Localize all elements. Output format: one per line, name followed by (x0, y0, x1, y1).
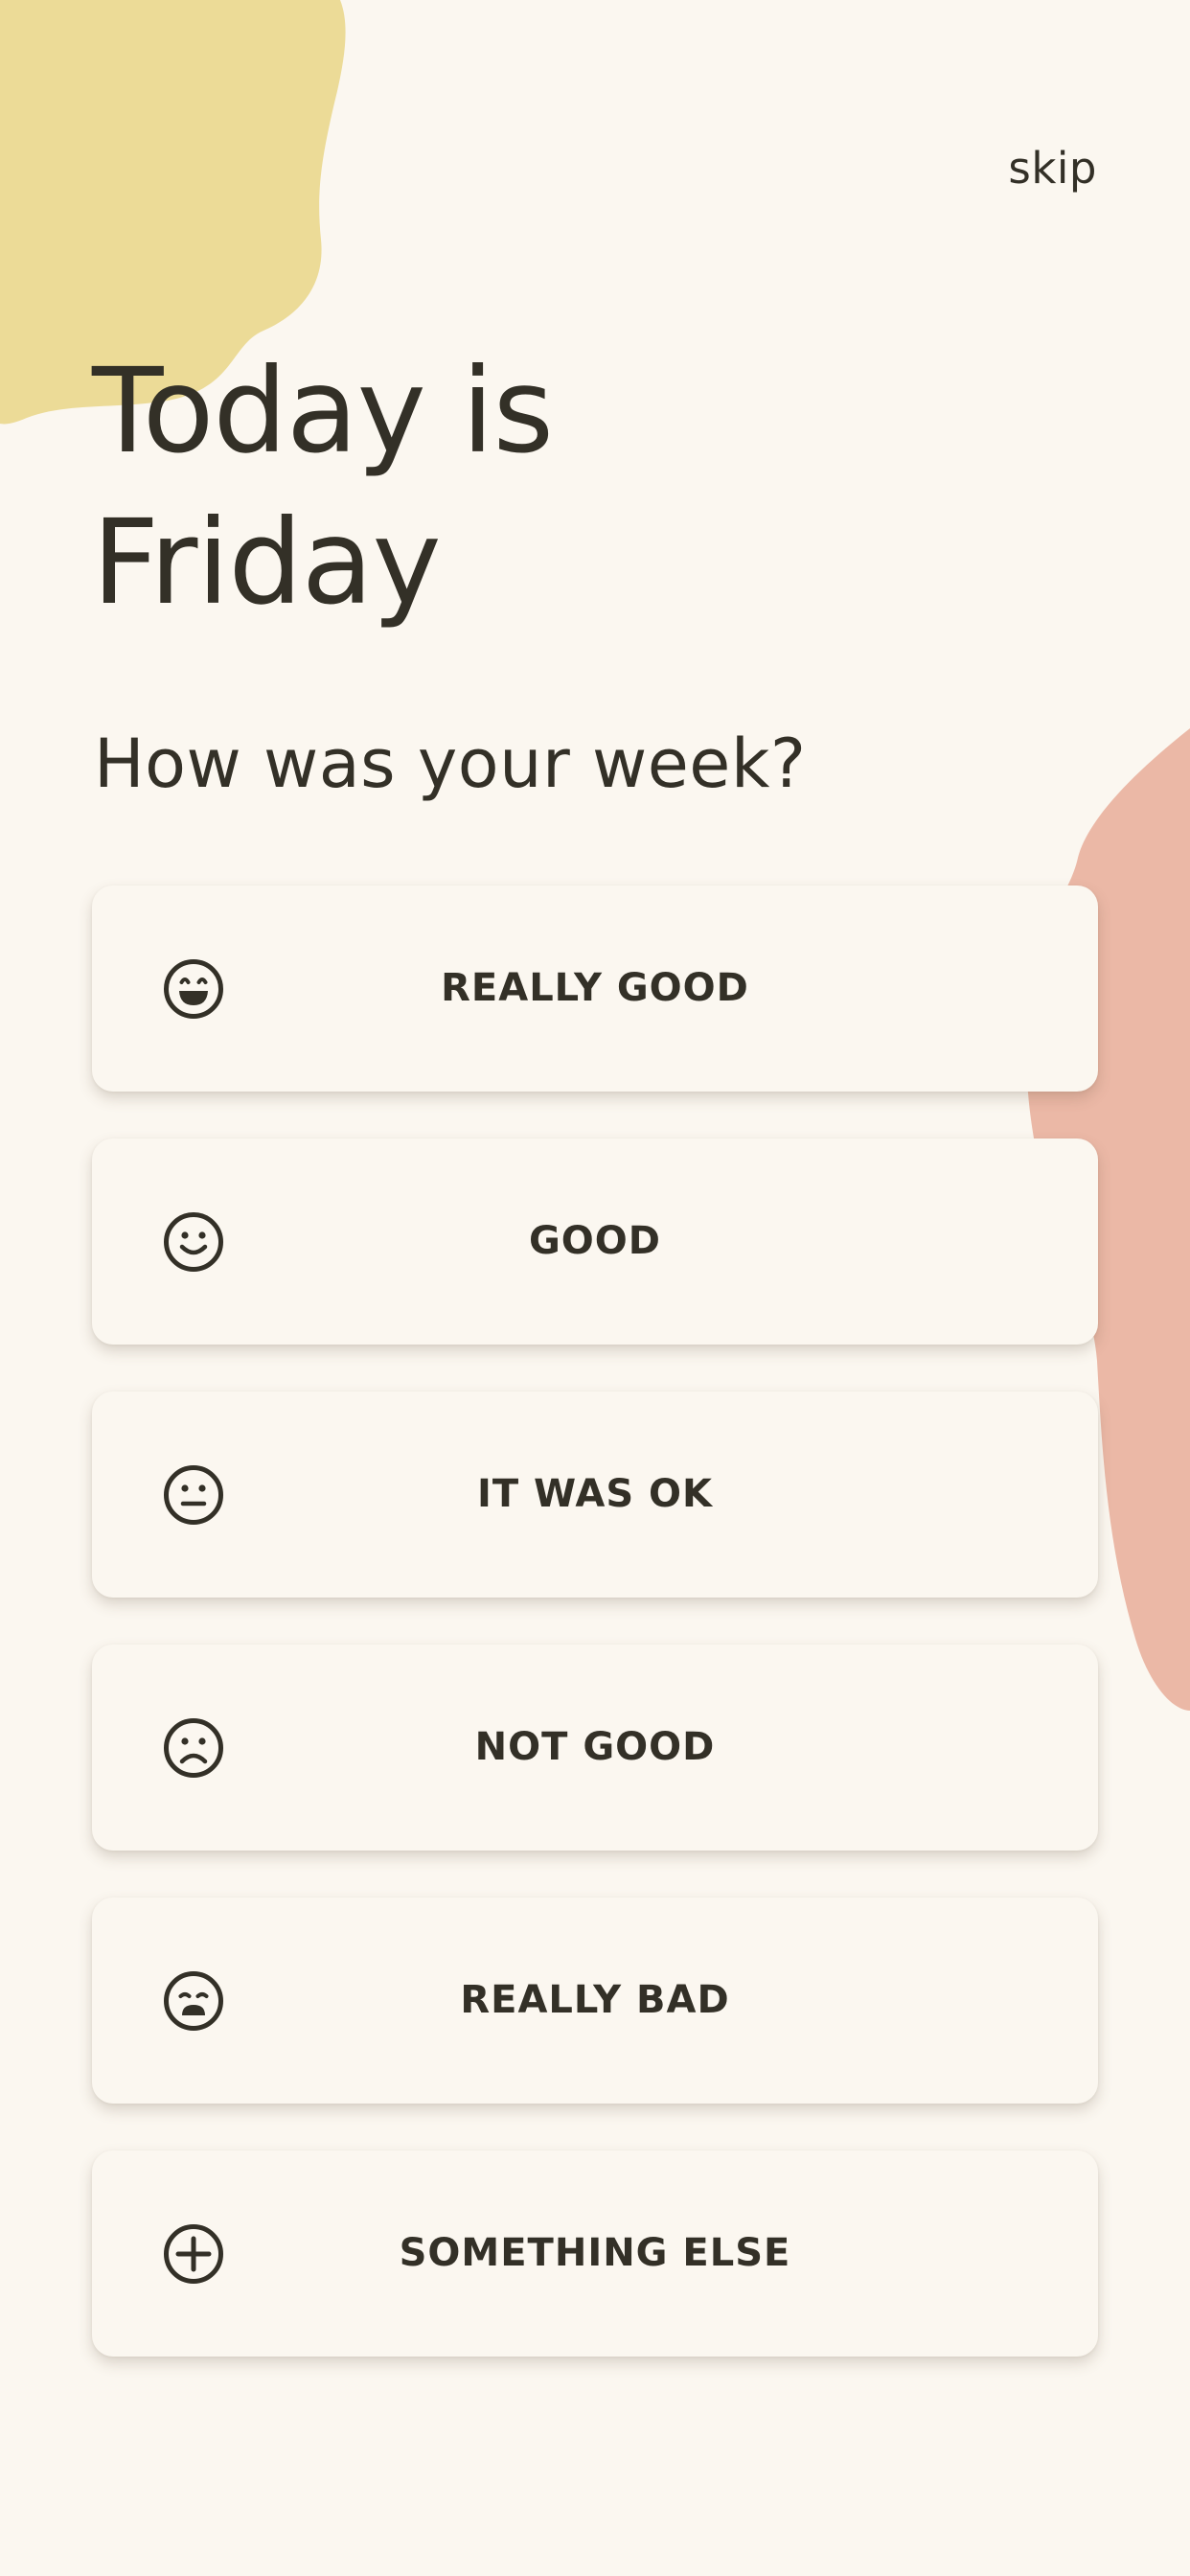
option-good-button[interactable]: GOOD (92, 1138, 1098, 1345)
option-not-good-label: NOT GOOD (474, 1725, 716, 1769)
option-good-label: GOOD (528, 1219, 662, 1263)
page-title-line-1: Today is (92, 343, 554, 479)
mood-options-list: REALLY GOOD GOOD IT WAS OK NOT GOOD REAL… (92, 886, 1098, 2404)
option-not-good-button[interactable]: NOT GOOD (92, 1644, 1098, 1851)
option-something-else-button[interactable]: SOMETHING ELSE (92, 2150, 1098, 2357)
page-title-line-2: Friday (92, 494, 442, 631)
option-really-good-label: REALLY GOOD (441, 966, 749, 1010)
question-subtitle: How was your week? (94, 724, 807, 803)
option-really-good-button[interactable]: REALLY GOOD (92, 886, 1098, 1092)
option-really-bad-button[interactable]: REALLY BAD (92, 1898, 1098, 2104)
option-something-else-label: SOMETHING ELSE (399, 2231, 791, 2275)
skip-button[interactable]: skip (1008, 140, 1097, 197)
option-it-was-ok-label: IT WAS OK (476, 1472, 714, 1516)
page-title: Today is Friday (92, 335, 554, 638)
option-it-was-ok-button[interactable]: IT WAS OK (92, 1392, 1098, 1598)
option-really-bad-label: REALLY BAD (460, 1978, 730, 2022)
